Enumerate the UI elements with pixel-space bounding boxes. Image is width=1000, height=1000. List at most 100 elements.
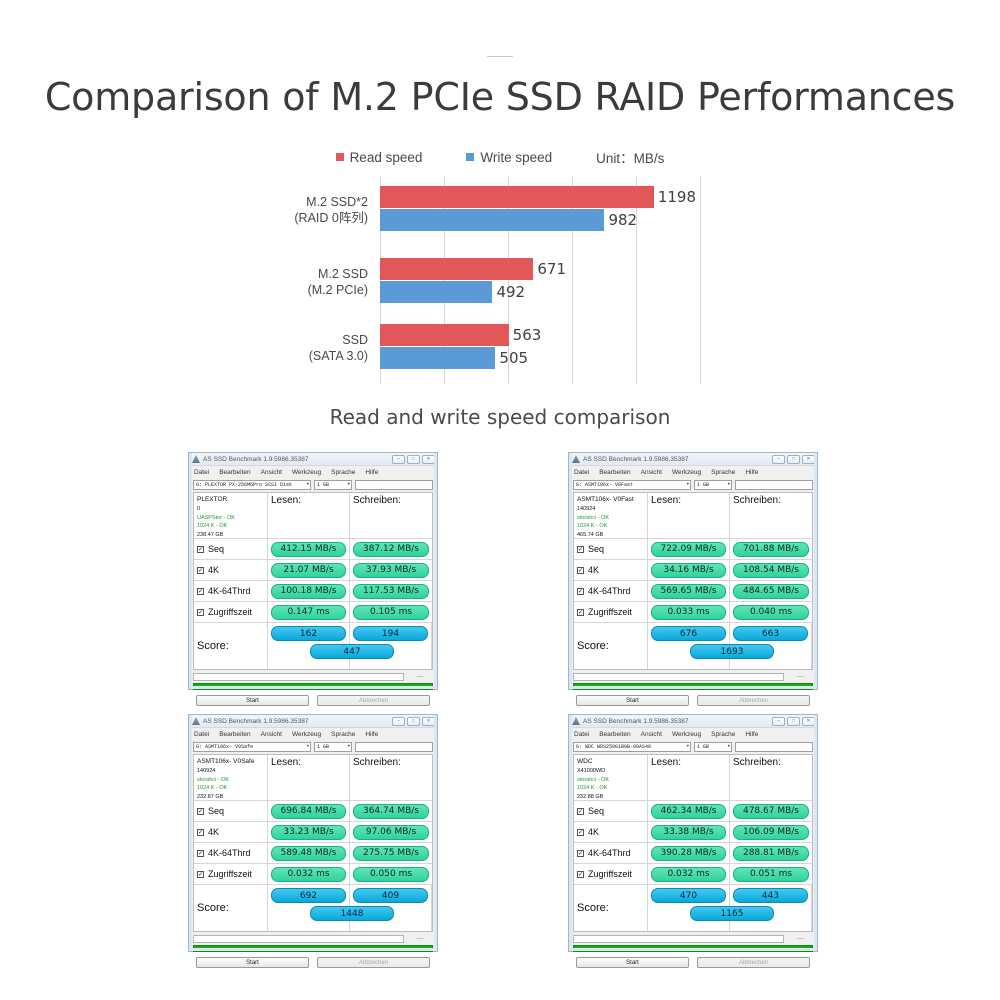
- minimize-button[interactable]: –: [392, 454, 405, 464]
- size-select-value: 1 GB: [317, 481, 330, 488]
- window-titlebar[interactable]: AS SSD Benchmark 1.9.5986.35387 – □ ✕: [569, 453, 817, 466]
- device-select[interactable]: G: WDC WDS250G1B0B-00AS40 ▼: [573, 741, 691, 752]
- write-column-header: Schreiben:: [733, 757, 781, 768]
- checkbox-checked-icon[interactable]: ✓: [577, 608, 584, 616]
- menu-item-bearbeiten[interactable]: Bearbeiten: [599, 731, 630, 738]
- window-controls: – □ ✕: [392, 454, 435, 464]
- status-indicator: –––: [796, 674, 804, 680]
- benchmark-write-cell: 0.051 ms: [730, 864, 812, 884]
- checkbox-checked-icon[interactable]: ✓: [577, 587, 584, 595]
- device-select-value: G: WDC WDS250G1B0B-00AS40: [576, 743, 652, 750]
- menu-item-sprache[interactable]: Sprache: [711, 731, 735, 738]
- menu-item-werkzeug[interactable]: Werkzeug: [292, 731, 321, 738]
- minimize-button[interactable]: –: [772, 716, 785, 726]
- checkbox-checked-icon[interactable]: ✓: [577, 870, 584, 878]
- close-button[interactable]: ✕: [802, 454, 815, 464]
- checkbox-checked-icon[interactable]: ✓: [197, 849, 204, 857]
- maximize-button[interactable]: □: [787, 454, 800, 464]
- benchmark-read-cell: 722.09 MB/s: [648, 539, 730, 559]
- menu-item-datei[interactable]: Datei: [574, 731, 589, 738]
- legend-label-write: Write speed: [480, 149, 553, 165]
- drive-alignment-status: 1024 K - OK: [197, 523, 228, 530]
- status-text-field: [573, 935, 784, 943]
- close-button[interactable]: ✕: [422, 454, 435, 464]
- read-value-pill: 0.147 ms: [271, 604, 346, 620]
- menu-item-hilfe[interactable]: Hilfe: [365, 731, 378, 738]
- checkbox-checked-icon[interactable]: ✓: [197, 870, 204, 878]
- maximize-button[interactable]: □: [787, 716, 800, 726]
- write-value-pill: 484.65 MB/s: [733, 583, 809, 599]
- window-titlebar[interactable]: AS SSD Benchmark 1.9.5986.35387 – □ ✕: [569, 715, 817, 728]
- device-select[interactable]: G: ASMT106x- V0Safe ▼: [193, 741, 311, 752]
- path-input[interactable]: [355, 741, 433, 752]
- read-column-header-cell: Lesen:: [268, 493, 350, 538]
- start-button[interactable]: Start: [576, 695, 689, 706]
- menu-item-bearbeiten[interactable]: Bearbeiten: [599, 469, 630, 476]
- page-title: Comparison of M.2 PCIe SSD RAID Performa…: [44, 75, 956, 119]
- menu-item-datei[interactable]: Datei: [194, 469, 209, 476]
- minimize-button[interactable]: –: [392, 716, 405, 726]
- size-select[interactable]: 1 GB ▼: [694, 479, 732, 490]
- menu-item-ansicht[interactable]: Ansicht: [641, 731, 662, 738]
- checkbox-checked-icon[interactable]: ✓: [197, 608, 204, 616]
- menu-item-bearbeiten[interactable]: Bearbeiten: [219, 469, 250, 476]
- checkbox-checked-icon[interactable]: ✓: [197, 566, 204, 574]
- menu-item-sprache[interactable]: Sprache: [331, 731, 355, 738]
- menu-item-hilfe[interactable]: Hilfe: [745, 469, 758, 476]
- start-button[interactable]: Start: [196, 695, 309, 706]
- path-input[interactable]: [355, 479, 433, 490]
- menu-item-werkzeug[interactable]: Werkzeug: [292, 469, 321, 476]
- benchmark-grid: ASMT106x- V0Safe 140924 storahci - OK 10…: [193, 754, 433, 932]
- size-select[interactable]: 1 GB ▼: [314, 479, 352, 490]
- device-select[interactable]: G: PLEXTOR PX-256M6Pro SCSI Disk ▼: [193, 479, 311, 490]
- chart-category-labels: M.2 SSD*2 (RAID 0阵列) M.2 SSD (M.2 PCIe) SSD(…: [249, 176, 374, 384]
- menu-item-hilfe[interactable]: Hilfe: [745, 731, 758, 738]
- size-select[interactable]: 1 GB ▼: [694, 741, 732, 752]
- menu-item-hilfe[interactable]: Hilfe: [365, 469, 378, 476]
- window-titlebar[interactable]: AS SSD Benchmark 1.9.5986.35387 – □ ✕: [189, 715, 437, 728]
- benchmark-write-cell: 0.050 ms: [350, 864, 432, 884]
- minimize-button[interactable]: –: [772, 454, 785, 464]
- device-select-value: G: ASMT106x- V0Safe: [196, 743, 254, 750]
- category-label-line1: SSD: [342, 333, 368, 347]
- benchmark-row: ✓ 4K 33.23 MB/s 97.06 MB/s: [194, 822, 432, 843]
- checkbox-checked-icon[interactable]: ✓: [577, 566, 584, 574]
- menu-item-datei[interactable]: Datei: [194, 731, 209, 738]
- menu-item-datei[interactable]: Datei: [574, 469, 589, 476]
- menu-item-ansicht[interactable]: Ansicht: [261, 469, 282, 476]
- progress-bar: [573, 683, 813, 690]
- benchmark-read-cell: 0.032 ms: [268, 864, 350, 884]
- window-titlebar[interactable]: AS SSD Benchmark 1.9.5986.35387 – □ ✕: [189, 453, 437, 466]
- cancel-button: Abbrechen: [697, 957, 810, 968]
- menu-item-werkzeug[interactable]: Werkzeug: [672, 731, 701, 738]
- close-button[interactable]: ✕: [802, 716, 815, 726]
- menu-item-sprache[interactable]: Sprache: [711, 469, 735, 476]
- chevron-down-icon: ▼: [727, 744, 730, 749]
- menu-item-bearbeiten[interactable]: Bearbeiten: [219, 731, 250, 738]
- checkbox-checked-icon[interactable]: ✓: [197, 828, 204, 836]
- menu-item-werkzeug[interactable]: Werkzeug: [672, 469, 701, 476]
- path-input[interactable]: [735, 479, 813, 490]
- checkbox-checked-icon[interactable]: ✓: [577, 828, 584, 836]
- checkbox-checked-icon[interactable]: ✓: [577, 849, 584, 857]
- start-button[interactable]: Start: [196, 957, 309, 968]
- checkbox-checked-icon[interactable]: ✓: [577, 807, 584, 815]
- close-button[interactable]: ✕: [422, 716, 435, 726]
- benchmark-row-label: Zugriffszeit: [588, 607, 632, 617]
- size-select[interactable]: 1 GB ▼: [314, 741, 352, 752]
- checkbox-checked-icon[interactable]: ✓: [577, 545, 584, 553]
- checkbox-checked-icon[interactable]: ✓: [197, 545, 204, 553]
- start-button[interactable]: Start: [576, 957, 689, 968]
- score-total-pill: 1693: [690, 644, 774, 659]
- menu-item-ansicht[interactable]: Ansicht: [261, 731, 282, 738]
- checkbox-checked-icon[interactable]: ✓: [197, 807, 204, 815]
- menu-item-sprache[interactable]: Sprache: [331, 469, 355, 476]
- device-select[interactable]: G: ASMT106x- V0Fast ▼: [573, 479, 691, 490]
- maximize-button[interactable]: □: [407, 716, 420, 726]
- status-row: –––: [569, 670, 817, 681]
- maximize-button[interactable]: □: [407, 454, 420, 464]
- path-input[interactable]: [735, 741, 813, 752]
- checkbox-checked-icon[interactable]: ✓: [197, 587, 204, 595]
- menu-item-ansicht[interactable]: Ansicht: [641, 469, 662, 476]
- write-value-pill: 0.051 ms: [733, 866, 809, 882]
